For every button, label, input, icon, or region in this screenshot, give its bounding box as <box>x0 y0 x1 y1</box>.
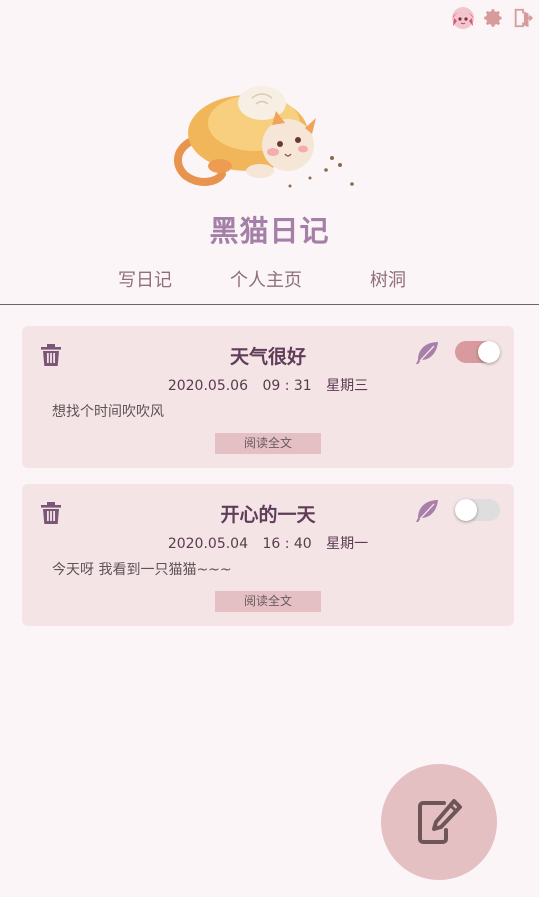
diary-datetime: 2020.05.04 16 : 40 星期一 <box>22 533 514 553</box>
write-diary-fab[interactable] <box>381 764 497 880</box>
tab-profile[interactable]: 个人主页 <box>230 266 302 292</box>
logout-icon[interactable] <box>511 6 535 30</box>
public-toggle[interactable] <box>455 499 500 521</box>
gear-icon[interactable] <box>481 6 505 30</box>
diary-time: 16 : 40 <box>262 536 312 552</box>
app-title: 黑猫日记 <box>209 214 330 248</box>
read-full-button[interactable]: 阅读全文 <box>215 591 321 612</box>
tab-tree-hole[interactable]: 树洞 <box>370 266 406 292</box>
main-nav: 写日记 个人主页 树洞 <box>0 266 539 305</box>
diary-excerpt: 想找个时间吹吹风 <box>52 404 164 420</box>
diary-card: 天气很好 2020.05.06 09 : 31 星期三 想找个时间吹吹风 阅读全… <box>22 326 514 468</box>
diary-weekday: 星期一 <box>326 536 369 552</box>
cat-illustration <box>170 78 370 198</box>
feather-icon[interactable] <box>414 340 440 366</box>
diary-title: 开心的一天 <box>220 504 316 526</box>
diary-title: 天气很好 <box>229 346 306 368</box>
diary-time: 09 : 31 <box>262 378 312 394</box>
edit-icon <box>418 799 462 844</box>
avatar-icon[interactable] <box>451 6 475 30</box>
diary-date: 2020.05.04 <box>167 536 248 552</box>
top-toolbar <box>451 6 535 30</box>
diary-excerpt: 今天呀 我看到一只猫猫~~~ <box>52 562 232 578</box>
diary-date: 2020.05.06 <box>167 378 248 394</box>
tab-write-diary[interactable]: 写日记 <box>118 266 172 292</box>
diary-weekday: 星期三 <box>326 378 369 394</box>
public-toggle[interactable] <box>455 341 500 363</box>
diary-datetime: 2020.05.06 09 : 31 星期三 <box>22 375 514 395</box>
feather-icon[interactable] <box>414 498 440 524</box>
read-full-button[interactable]: 阅读全文 <box>215 433 321 454</box>
diary-card: 开心的一天 2020.05.04 16 : 40 星期一 今天呀 我看到一只猫猫… <box>22 484 514 626</box>
